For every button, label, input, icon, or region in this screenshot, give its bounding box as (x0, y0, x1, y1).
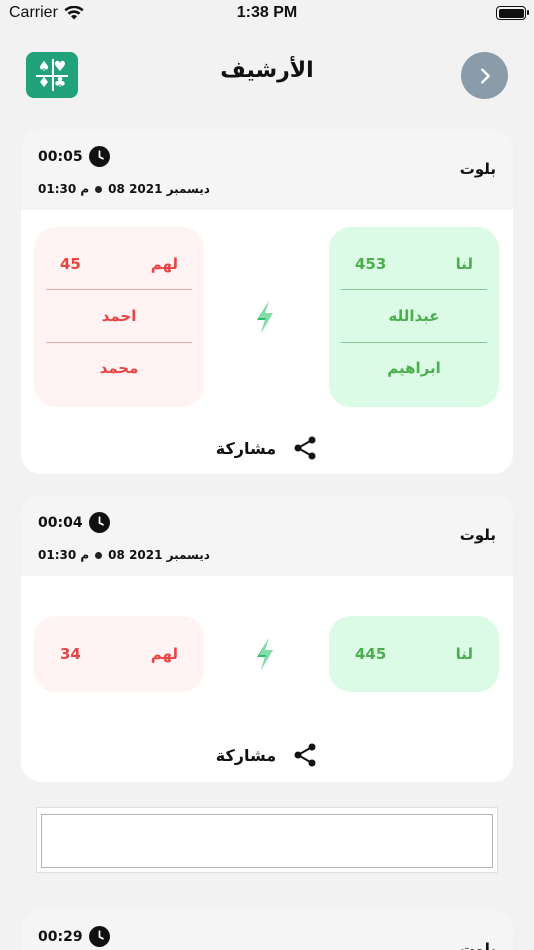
game-duration: 00:05 (38, 146, 110, 167)
game-card[interactable]: 00:05 01:30 م 08 ديسمبر 2021 بلوت 45 لهم… (21, 130, 513, 474)
clock-icon (88, 146, 110, 167)
separator-dot (95, 185, 103, 193)
team-score-row: 34 لهم (34, 616, 204, 692)
share-icon (294, 743, 316, 767)
team-label: لهم (150, 255, 178, 273)
duration-value: 00:05 (38, 148, 83, 165)
status-bar: Carrier 1:38 PM (0, 0, 534, 30)
separator-dot (95, 551, 103, 559)
game-name: بلوت (459, 160, 496, 178)
share-label: مشاركة (215, 745, 277, 765)
player-name: احمد (101, 307, 137, 325)
team-score: 453 (355, 255, 387, 273)
duration-value: 00:29 (38, 928, 83, 945)
battery-icon (496, 6, 529, 20)
game-date: 08 ديسمبر 2021 (108, 548, 210, 562)
game-name: بلوت (459, 526, 496, 544)
card-header: 00:05 01:30 م 08 ديسمبر 2021 بلوت (21, 130, 513, 210)
player-name: ابراهيم (387, 359, 441, 377)
game-time: 01:30 م (38, 182, 90, 196)
game-card[interactable]: 00:29 بلوت (21, 910, 513, 950)
team-score-row: 453 لنا (329, 227, 499, 289)
team-them: 45 لهم احمد محمد (34, 227, 204, 407)
team-score-row: 45 لهم (34, 227, 204, 289)
player-name: عبدالله (388, 307, 440, 325)
game-duration: 00:29 (38, 926, 110, 947)
card-header: 00:29 بلوت (21, 910, 513, 950)
clock-icon (88, 926, 110, 947)
share-button[interactable]: مشاركة (21, 435, 513, 461)
carrier-label: Carrier (9, 4, 58, 21)
wifi-icon (64, 6, 84, 20)
page-title: الأرشيف (220, 58, 314, 83)
chevron-right-icon (480, 67, 490, 84)
share-label: مشاركة (215, 438, 277, 458)
team-score: 45 (60, 255, 81, 273)
ad-banner[interactable] (36, 807, 498, 873)
card-header: 00:04 01:30 م 08 ديسمبر 2021 بلوت (21, 496, 513, 576)
player-name: محمد (99, 359, 139, 377)
team-us: 445 لنا (329, 616, 499, 692)
game-duration: 00:04 (38, 512, 110, 533)
lightning-icon (257, 638, 273, 670)
share-button[interactable]: مشاركة (21, 742, 513, 768)
lightning-icon (257, 301, 273, 333)
game-name: بلوت (459, 940, 496, 950)
team-score: 34 (60, 645, 81, 663)
carrier: Carrier (9, 4, 84, 22)
clock-icon (88, 512, 110, 533)
team-label: لنا (455, 255, 473, 273)
game-datetime: 01:30 م 08 ديسمبر 2021 (38, 182, 210, 196)
team-score-row: 445 لنا (329, 616, 499, 692)
team-them: 34 لهم (34, 616, 204, 692)
game-card[interactable]: 00:04 01:30 م 08 ديسمبر 2021 بلوت 34 لهم… (21, 496, 513, 782)
duration-value: 00:04 (38, 514, 83, 531)
team-label: لنا (455, 645, 473, 663)
team-us: 453 لنا عبدالله ابراهيم (329, 227, 499, 407)
game-date: 08 ديسمبر 2021 (108, 182, 210, 196)
team-score: 445 (355, 645, 387, 663)
forward-button[interactable] (461, 52, 508, 99)
game-time: 01:30 م (38, 548, 90, 562)
share-icon (294, 436, 316, 460)
game-datetime: 01:30 م 08 ديسمبر 2021 (38, 548, 210, 562)
team-label: لهم (150, 645, 178, 663)
